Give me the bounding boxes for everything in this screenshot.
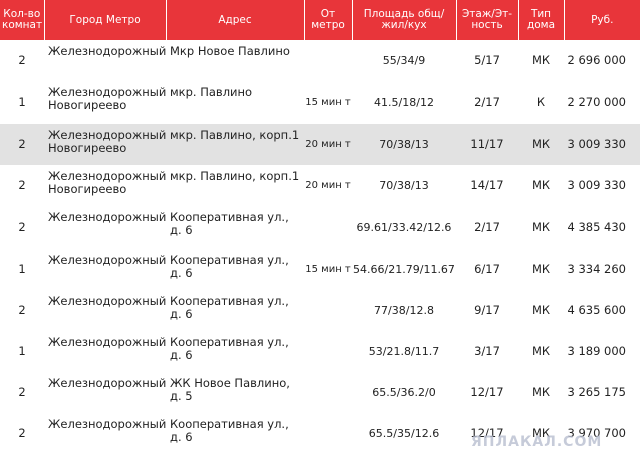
metro-cell: Железнодорожный xyxy=(48,376,167,390)
price-cell: 4 385 430 xyxy=(567,220,626,234)
floor-cell: 12/17 xyxy=(470,385,504,399)
table-row[interactable]: 2 Железнодорожный ЖК Новое Павлино, д. 5 65… xyxy=(0,372,640,413)
price-cell: 3 189 000 xyxy=(567,344,626,358)
floor-cell: 9/17 xyxy=(474,303,500,317)
price-cell: 2 270 000 xyxy=(567,95,626,109)
area-cell: 65.5/35/12.6 xyxy=(368,427,440,440)
rooms-cell: 2 xyxy=(18,178,26,192)
column-header-house-type[interactable]: Тип дома xyxy=(518,0,565,40)
address-cell: Кооперативная ул., д. 6 xyxy=(170,417,289,444)
distance-cell xyxy=(304,372,352,413)
area-cell: 70/38/13 xyxy=(379,138,429,151)
table-row[interactable]: 2 Железнодорожный Новогиреево мкр. Павлино… xyxy=(0,124,640,165)
distance-cell xyxy=(304,206,352,249)
house-type-cell: МК xyxy=(531,385,551,399)
floor-cell: 3/17 xyxy=(474,344,500,358)
house-type-cell: МК xyxy=(531,178,551,192)
rooms-cell: 2 xyxy=(18,53,26,67)
area-cell: 54.66/21.79/11.67 xyxy=(353,263,455,276)
price-cell: 3 334 260 xyxy=(567,262,626,276)
house-type-cell: МК xyxy=(531,137,551,151)
distance-cell: 20 мин т xyxy=(305,139,351,150)
rooms-cell: 2 xyxy=(18,385,26,399)
rooms-cell: 2 xyxy=(18,137,26,151)
metro-cell: Железнодорожный xyxy=(48,294,167,308)
address-cell: Кооперативная ул., д. 6 xyxy=(170,294,289,321)
area-cell: 77/38/12.8 xyxy=(374,304,434,317)
table-header-row: Кол-во комнат Город Метро Адрес От метро… xyxy=(0,0,640,40)
column-header-distance[interactable]: От метро xyxy=(304,0,353,40)
area-cell: 69.61/33.42/12.6 xyxy=(356,221,452,234)
distance-cell xyxy=(304,331,352,372)
house-type-cell: МК xyxy=(531,344,551,358)
floor-cell: 5/17 xyxy=(474,53,500,67)
house-type-cell: К xyxy=(536,95,546,109)
table-row[interactable]: 2 Железнодорожный Кооперативная ул., д. 6 6… xyxy=(0,206,640,249)
column-header-floor[interactable]: Этаж/Эт-ность xyxy=(456,0,519,40)
area-cell: 55/34/9 xyxy=(382,54,426,67)
metro-cell: Железнодорожный xyxy=(48,417,167,431)
floor-cell: 11/17 xyxy=(470,137,504,151)
house-type-cell: МК xyxy=(531,303,551,317)
table-row[interactable]: 2 Железнодорожный Кооперативная ул., д. 6 7… xyxy=(0,290,640,331)
address-cell: Кооперативная ул., д. 6 xyxy=(170,253,289,280)
floor-cell: 6/17 xyxy=(474,262,500,276)
address-cell: Кооперативная ул., д. 6 xyxy=(170,210,289,237)
column-header-address[interactable]: Адрес xyxy=(166,0,305,40)
metro-cell: Железнодорожный xyxy=(48,44,167,58)
metro-cell: Железнодорожный Новогиреево xyxy=(48,128,167,155)
rooms-cell: 2 xyxy=(18,220,26,234)
distance-cell xyxy=(304,290,352,331)
distance-cell: 15 мин т xyxy=(305,97,351,108)
metro-cell: Железнодорожный xyxy=(48,253,167,267)
area-cell: 65.5/36.2/0 xyxy=(372,386,436,399)
table-row[interactable]: 2 Железнодорожный Новогиреево мкр. Павлино… xyxy=(0,165,640,206)
address-cell: мкр. Павлино xyxy=(170,85,253,99)
site-watermark: ЯПЛАКАЛ.COM xyxy=(471,434,603,450)
column-header-area[interactable]: Площадь общ/жил/кух xyxy=(352,0,457,40)
area-cell: 70/38/13 xyxy=(379,179,429,192)
house-type-cell: МК xyxy=(531,53,551,67)
address-cell: ЖК Новое Павлино, д. 5 xyxy=(170,376,290,403)
rooms-cell: 1 xyxy=(18,344,26,358)
address-cell: Кооперативная ул., д. 6 xyxy=(170,335,289,362)
distance-cell xyxy=(304,40,352,81)
distance-cell xyxy=(304,413,352,454)
floor-cell: 2/17 xyxy=(474,95,500,109)
address-cell: Мкр Новое Павлино xyxy=(170,44,290,58)
house-type-cell: МК xyxy=(531,220,551,234)
distance-cell: 20 мин т xyxy=(305,180,351,191)
table-row[interactable]: 1 Железнодорожный Новогиреево мкр. Павлино… xyxy=(0,81,640,124)
metro-cell: Железнодорожный xyxy=(48,210,167,224)
house-type-cell: МК xyxy=(531,262,551,276)
rooms-cell: 2 xyxy=(18,426,26,440)
metro-cell: Железнодорожный Новогиреево xyxy=(48,169,167,196)
column-header-metro[interactable]: Город Метро xyxy=(44,0,167,40)
column-header-rooms[interactable]: Кол-во комнат xyxy=(0,0,45,40)
price-cell: 3 265 175 xyxy=(567,385,626,399)
table-row[interactable]: 1 Железнодорожный Кооперативная ул., д. 6 1… xyxy=(0,249,640,290)
price-cell: 2 696 000 xyxy=(567,53,626,67)
table-row[interactable]: 1 Железнодорожный Кооперативная ул., д. 6 5… xyxy=(0,331,640,372)
rooms-cell: 2 xyxy=(18,303,26,317)
table-row[interactable]: 2 Железнодорожный Мкр Новое Павлино 55/34/9… xyxy=(0,40,640,81)
floor-cell: 14/17 xyxy=(470,178,504,192)
area-cell: 41.5/18/12 xyxy=(374,96,434,109)
rooms-cell: 1 xyxy=(18,95,26,109)
column-header-price[interactable]: Руб. xyxy=(564,0,640,40)
area-cell: 53/21.8/11.7 xyxy=(368,345,440,358)
rooms-cell: 1 xyxy=(18,262,26,276)
distance-cell: 15 мин т xyxy=(305,264,351,275)
metro-cell: Железнодорожный Новогиреево xyxy=(48,85,167,112)
address-cell: мкр. Павлино, корп.1 xyxy=(170,169,300,183)
metro-cell: Железнодорожный xyxy=(48,335,167,349)
price-cell: 3 009 330 xyxy=(567,178,626,192)
listings-table: Кол-во комнат Город Метро Адрес От метро… xyxy=(0,0,640,454)
price-cell: 4 635 600 xyxy=(567,303,626,317)
address-cell: мкр. Павлино, корп.1 xyxy=(170,128,300,142)
floor-cell: 2/17 xyxy=(474,220,500,234)
price-cell: 3 009 330 xyxy=(567,137,626,151)
